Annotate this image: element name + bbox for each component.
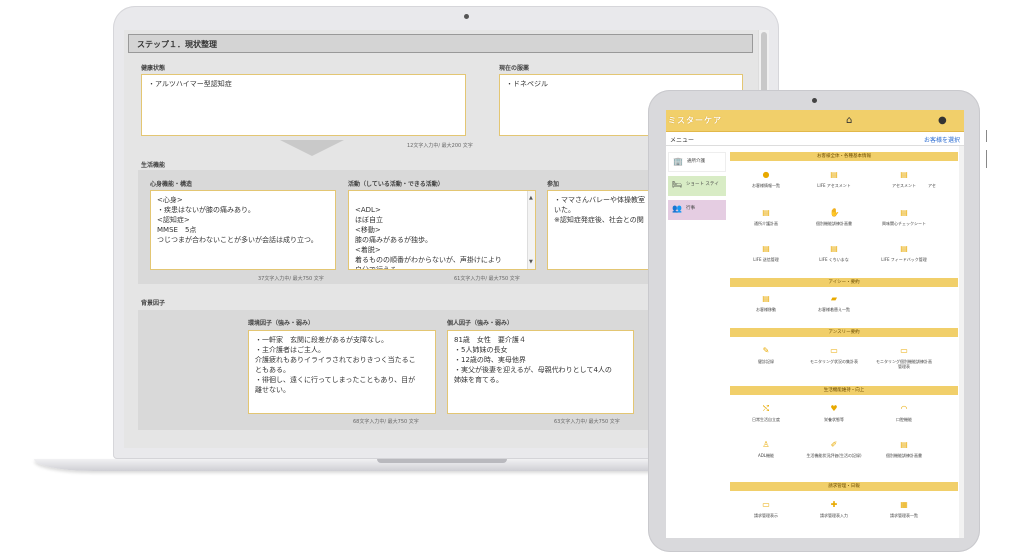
list-icon: ▦ bbox=[900, 500, 908, 509]
menu-label: メニュー bbox=[670, 137, 695, 144]
environment-count: 68文字入力中/ 最大750 文字 bbox=[353, 419, 419, 425]
folder-icon: ▰ bbox=[830, 294, 838, 303]
document-icon: ▤ bbox=[900, 208, 908, 217]
document-icon: ▤ bbox=[900, 244, 908, 253]
tile-assessment-2[interactable]: アセ bbox=[928, 170, 958, 188]
side-edge bbox=[986, 150, 987, 168]
tile-life-assessment[interactable]: ▤ LIFE アセスメント bbox=[806, 170, 862, 188]
band-life-function: 生活機能維持・向上 bbox=[730, 386, 958, 395]
hand-icon: ✋ bbox=[829, 208, 840, 217]
band-basic: お客様全体・各種基本情報 bbox=[730, 152, 958, 161]
background-label: 背景因子 bbox=[141, 300, 166, 307]
step-title: ステップ１．現状整理 bbox=[128, 34, 753, 53]
tile-independence[interactable]: ⤭ 日常生活自立度 bbox=[738, 404, 794, 422]
tile-billing-view[interactable]: ▭ 請求管理表示 bbox=[738, 500, 794, 518]
side-nav: 🏢 通所介護 🛏 ショート ステイ 👥 行事 bbox=[666, 146, 728, 538]
activity-text: <ADL> ほぼ自立 <移動> 膝の痛みがあるが独歩。 <着脱> 着るものの順番… bbox=[355, 206, 502, 270]
tile-life-record[interactable]: ✐ 生活機能状況評価(生活の記録) bbox=[806, 440, 862, 458]
person-icon: ● bbox=[762, 170, 770, 179]
tile-customer-change[interactable]: ▰ お客様着替え一覧 bbox=[806, 294, 862, 312]
tile-nutrition[interactable]: ♥ 栄養状態等 bbox=[806, 404, 862, 422]
nav-short-stay[interactable]: 🛏 ショート ステイ bbox=[668, 176, 726, 196]
document-icon: ▤ bbox=[762, 294, 770, 303]
chevron-up-icon[interactable]: ▲ bbox=[529, 193, 533, 203]
band-billing: 請求管理・日報 bbox=[730, 482, 958, 491]
tile-customer-list[interactable]: ● お客様情報一覧 bbox=[738, 170, 794, 188]
body-label: 心身機能・構造 bbox=[150, 181, 193, 188]
tile-life-mouth[interactable]: ▤ LIFE くちいまな bbox=[806, 244, 862, 262]
health-textarea[interactable]: ・アルツハイマー型認知症 bbox=[141, 74, 466, 136]
document-icon: ▤ bbox=[830, 244, 838, 253]
band-summary: アイシー・要約 bbox=[730, 278, 958, 287]
tile-assessment[interactable]: ▤ アセスメント bbox=[876, 170, 932, 188]
plus-icon: ✚ bbox=[830, 500, 838, 509]
app-logo[interactable]: ミスターケア bbox=[668, 115, 722, 126]
tile-plan[interactable]: ▤ 通所介護計画 bbox=[738, 208, 794, 226]
chevron-down-icon[interactable]: ▼ bbox=[529, 257, 533, 267]
bed-icon: 🛏 bbox=[672, 180, 683, 189]
personal-textarea[interactable]: 81歳 女性 要介護４ ・5人姉妹の長女 ・12歳の時、実母他界 ・実父が後妻を… bbox=[447, 330, 634, 414]
nav-day-service[interactable]: 🏢 通所介護 bbox=[668, 152, 726, 172]
activity-count: 61文字入力中/ 最大750 文字 bbox=[454, 276, 520, 282]
shuffle-icon: ⤭ bbox=[762, 404, 770, 413]
tile-life-send[interactable]: ▤ LIFE 送信管理 bbox=[738, 244, 794, 262]
mouth-icon: ◠ bbox=[900, 404, 908, 413]
document-icon: ▤ bbox=[900, 170, 908, 179]
tile-training-plan-2[interactable]: ▤ 個別機能訓練計画書 bbox=[876, 440, 932, 458]
monitor-icon: ▭ bbox=[830, 346, 838, 355]
environment-textarea[interactable]: ・一軒家 玄関に段差があるが支障なし。 ・主介護者はご主人。 介護疲れもありイラ… bbox=[248, 330, 436, 414]
menu-bar: メニュー お客様を選択 bbox=[666, 132, 964, 146]
monitor-icon: ▭ bbox=[900, 346, 908, 355]
personal-label: 個人因子（強み・弱み） bbox=[447, 320, 514, 327]
tile-billing-list[interactable]: ▦ 請求管理表一覧 bbox=[876, 500, 932, 518]
user-icon[interactable]: ● bbox=[938, 115, 947, 126]
select-user-link[interactable]: お客様を選択 bbox=[924, 135, 960, 144]
tablet-screen: ミスターケア ⌂ ● メニュー お客様を選択 🏢 通所介護 🛏 ショート ステイ 👥… bbox=[666, 110, 964, 538]
band-anthro: アンスリー要約 bbox=[730, 328, 958, 337]
tablet-camera-icon bbox=[812, 98, 817, 103]
tile-customer-move[interactable]: ▤ お客様移動 bbox=[738, 294, 794, 312]
health-label: 健康状態 bbox=[141, 65, 166, 72]
personal-count: 63文字入力中/ 最大750 文字 bbox=[554, 419, 620, 425]
document-icon: ▤ bbox=[762, 208, 770, 217]
blank-icon bbox=[928, 170, 937, 179]
life-label: 生活機能 bbox=[141, 162, 166, 169]
body-count: 37文字入力中/ 最大750 文字 bbox=[258, 276, 324, 282]
nav-events[interactable]: 👥 行事 bbox=[668, 200, 726, 220]
pen-icon: ✎ bbox=[762, 346, 770, 355]
health-count: 12文字入力中/ 最大200 文字 bbox=[407, 143, 473, 149]
participation-label: 参加 bbox=[547, 181, 560, 188]
group-icon: 👥 bbox=[672, 204, 682, 213]
tile-training-plan[interactable]: ✋ 個別機能訓練計画書 bbox=[806, 208, 862, 226]
tile-interest-check[interactable]: ▤ 興味関心チェックシート bbox=[876, 208, 932, 226]
activity-scrollbar[interactable]: ▲ ▼ bbox=[527, 191, 535, 269]
side-edge bbox=[986, 130, 987, 142]
body-textarea[interactable]: <心身> ・疾患はないが膝の痛みあり。 <認知症> MMSE 5点 つじつまが合… bbox=[150, 190, 336, 270]
tile-life-feedback[interactable]: ▤ LIFE フィードバック管理 bbox=[876, 244, 932, 262]
activity-textarea[interactable]: <ADL> ほぼ自立 <移動> 膝の痛みがあるが独歩。 <着脱> 着るものの順番… bbox=[348, 190, 536, 270]
clipboard-icon: ▤ bbox=[900, 440, 908, 449]
home-icon[interactable]: ⌂ bbox=[846, 115, 852, 126]
monitor-icon: ▭ bbox=[762, 500, 770, 509]
drug-label: 現在の服薬 bbox=[499, 65, 530, 72]
document-icon: ▤ bbox=[830, 170, 838, 179]
figure-icon: ♙ bbox=[762, 440, 770, 449]
tile-billing-input[interactable]: ✚ 請求管理表入力 bbox=[806, 500, 862, 518]
tile-oral[interactable]: ◠ 口腔機能 bbox=[876, 404, 932, 422]
environment-label: 環境因子（強み・弱み） bbox=[248, 320, 315, 327]
laptop-notch bbox=[377, 459, 507, 463]
down-arrow-icon bbox=[280, 140, 344, 156]
tile-monitoring-plan[interactable]: ▭ モニタリング個別機能訓練計画管理表 bbox=[876, 346, 932, 369]
building-icon: 🏢 bbox=[673, 157, 683, 166]
tablet-scrollbar[interactable] bbox=[959, 146, 964, 538]
syringe-icon: ✐ bbox=[830, 440, 838, 449]
tile-checkup[interactable]: ✎ 健診記録 bbox=[738, 346, 794, 364]
tablet-header: ミスターケア ⌂ ● bbox=[666, 110, 964, 132]
activity-label: 活動（している活動・できる活動） bbox=[348, 181, 444, 188]
document-icon: ▤ bbox=[762, 244, 770, 253]
heart-icon: ♥ bbox=[830, 404, 838, 413]
tile-monitoring[interactable]: ▭ モニタリング状況の集計表 bbox=[806, 346, 862, 364]
camera-icon bbox=[464, 14, 469, 19]
tile-adl[interactable]: ♙ ADL機能 bbox=[738, 440, 794, 458]
